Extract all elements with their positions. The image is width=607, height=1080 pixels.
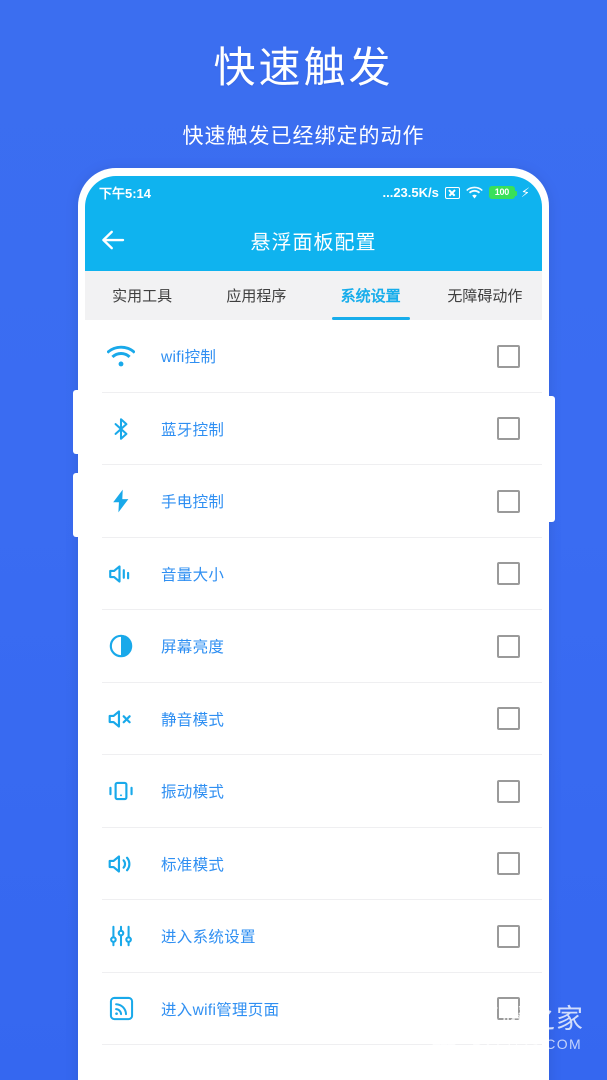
wifi-icon [466,186,483,199]
list-item-checkbox[interactable] [497,562,520,586]
list-item[interactable]: 静音模式 [85,682,542,755]
tab-system-settings[interactable]: 系统设置 [314,271,428,320]
status-bar-icons: ...23.5K/s 100 ⚡ [382,185,530,200]
list-item[interactable]: 屏幕亮度 [85,610,542,683]
phone-device-frame: 下午5:14 ...23.5K/s 100 ⚡ 悬浮面板配置 实用工具 应用程序… [73,168,555,1080]
bluetooth-icon [102,410,140,448]
list-item-label: wifi控制 [161,349,217,367]
list-item-label: 进入wifi管理页面 [161,1001,280,1019]
list-item-checkbox[interactable] [497,779,520,803]
brightness-icon [102,627,140,665]
list-item-label: 手电控制 [161,494,225,512]
list-item[interactable]: 振动模式 [85,755,542,828]
flashlight-icon [102,482,140,520]
wifi-icon [102,337,140,375]
list-item-checkbox[interactable] [497,489,520,513]
status-bar: 下午5:14 ...23.5K/s 100 ⚡ [85,176,542,209]
tab-utility-tools[interactable]: 实用工具 [85,271,199,320]
list-item-label: 振动模式 [161,784,225,802]
list-item[interactable]: 进入wifi管理页面 [85,972,542,1045]
tab-bar: 实用工具 应用程序 系统设置 无障碍动作 [85,271,542,320]
list-item-checkbox[interactable] [497,707,520,731]
list-item-label: 音量大小 [161,566,225,584]
battery-level-label: 100 [494,187,509,197]
wifi-panel-icon [102,990,140,1028]
network-speed-label: ...23.5K/s [382,185,439,200]
battery-icon: 100 [488,186,518,199]
list-item-checkbox[interactable] [497,924,520,948]
tab-accessibility[interactable]: 无障碍动作 [428,271,542,320]
volume-mute-icon [102,700,140,738]
list-item-label: 屏幕亮度 [161,639,225,657]
phone-screen: 下午5:14 ...23.5K/s 100 ⚡ 悬浮面板配置 实用工具 应用程序… [85,176,542,1080]
settings-list: wifi控制 蓝牙控制 手电控制 音量大小 屏幕亮度 静音模式 振动模式 标准模… [85,320,542,1045]
list-item-checkbox[interactable] [497,997,520,1021]
list-item-checkbox[interactable] [497,344,520,368]
status-bar-time: 下午5:14 [99,186,152,201]
list-item-checkbox[interactable] [497,417,520,441]
volume-icon [102,555,140,593]
app-bar-title: 悬浮面板配置 [250,231,377,254]
list-item[interactable]: 手电控制 [85,465,542,538]
arrow-left-icon[interactable] [98,225,128,255]
list-item[interactable]: 蓝牙控制 [85,392,542,465]
list-item[interactable]: 标准模式 [85,827,542,900]
volume-down-hardware-button[interactable] [73,473,80,537]
volume-up-hardware-button[interactable] [73,390,80,454]
page-title: 快速触发 [213,44,394,91]
list-item-label: 蓝牙控制 [161,421,225,439]
list-item[interactable]: 进入系统设置 [85,900,542,973]
sliders-icon [102,917,140,955]
list-item-label: 标准模式 [161,856,225,874]
list-item[interactable]: 音量大小 [85,537,542,610]
charging-bolt-icon: ⚡ [520,185,530,200]
list-item-label: 静音模式 [161,711,225,729]
list-item-checkbox[interactable] [497,852,520,876]
app-bar: 悬浮面板配置 [85,209,542,271]
list-item[interactable]: wifi控制 [85,320,542,393]
x-box-icon [444,186,460,199]
list-item-checkbox[interactable] [497,634,520,658]
power-hardware-button[interactable] [547,396,555,522]
volume-up-icon [102,845,140,883]
page-subtitle: 快速触发已经绑定的动作 [182,125,425,149]
vibrate-icon [102,772,140,810]
tab-applications[interactable]: 应用程序 [199,271,313,320]
list-item-label: 进入系统设置 [161,929,256,947]
promo-header: 快速触发 快速触发已经绑定的动作 [0,0,607,150]
